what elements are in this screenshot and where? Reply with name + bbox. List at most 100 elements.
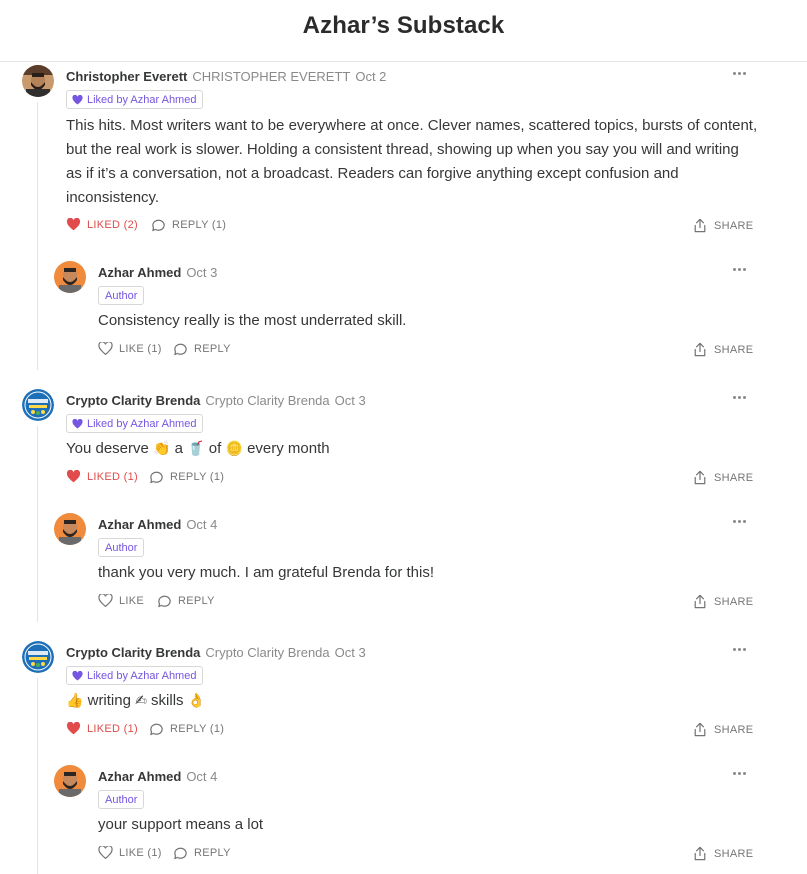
like-button[interactable]: LIKED (1) bbox=[66, 470, 138, 483]
author-handle: Crypto Clarity Brenda bbox=[205, 393, 330, 408]
avatar[interactable] bbox=[22, 641, 54, 673]
like-button[interactable]: LIKE (1) bbox=[98, 846, 162, 859]
avatar[interactable] bbox=[54, 765, 86, 797]
reply-label: REPLY (1) bbox=[170, 723, 225, 735]
like-button[interactable]: LIKE (1) bbox=[98, 342, 162, 355]
author-badge: Author bbox=[98, 538, 145, 557]
share-label: SHARE bbox=[714, 723, 754, 736]
comment-meta: Azhar Ahmed Oct 4 bbox=[98, 517, 217, 532]
publication-title[interactable]: Azhar’s Substack bbox=[0, 12, 807, 40]
author-name[interactable]: Azhar Ahmed bbox=[98, 769, 181, 784]
author-handle: Crypto Clarity Brenda bbox=[205, 645, 330, 660]
share-button[interactable]: SHARE bbox=[693, 470, 753, 485]
author-name[interactable]: Azhar Ahmed bbox=[98, 517, 181, 532]
comment-text: a bbox=[174, 440, 183, 457]
speech-bubble-icon bbox=[174, 847, 187, 860]
comment-text: skills bbox=[151, 692, 184, 709]
author-badge: Author bbox=[98, 790, 145, 809]
reply-label: REPLY bbox=[194, 847, 231, 859]
avatar[interactable] bbox=[54, 261, 86, 293]
comment-body: 👍 writing ✍ skills 👌 bbox=[66, 689, 766, 713]
share-icon bbox=[694, 846, 706, 861]
share-label: SHARE bbox=[714, 471, 754, 484]
liked-by-author-badge: Liked by Azhar Ahmed bbox=[66, 90, 204, 109]
avatar[interactable] bbox=[54, 513, 86, 545]
speech-bubble-icon bbox=[152, 219, 165, 232]
share-icon bbox=[694, 470, 706, 485]
reply-label: REPLY bbox=[178, 595, 215, 607]
comment-date[interactable]: Oct 4 bbox=[186, 517, 217, 532]
like-label: LIKE (1) bbox=[119, 846, 162, 859]
share-label: SHARE bbox=[714, 219, 754, 232]
more-horizontal-icon[interactable] bbox=[729, 513, 749, 527]
thumbs-up-emoji: 👍 bbox=[66, 693, 84, 709]
author-name[interactable]: Crypto Clarity Brenda bbox=[66, 645, 200, 660]
reply-button[interactable]: REPLY bbox=[173, 342, 231, 356]
share-icon bbox=[694, 594, 706, 609]
comment-meta: Christopher Everett CHRISTOPHER EVERETT Oc… bbox=[66, 69, 386, 84]
share-button[interactable]: SHARE bbox=[693, 846, 753, 861]
comment-date[interactable]: Oct 4 bbox=[186, 769, 217, 784]
more-horizontal-icon[interactable] bbox=[729, 65, 749, 79]
small-heart-icon bbox=[72, 670, 83, 681]
more-horizontal-icon[interactable] bbox=[729, 641, 749, 655]
more-horizontal-icon[interactable] bbox=[729, 765, 749, 779]
comment-body: your support means a lot bbox=[98, 816, 264, 833]
comment-body: You deserve 👏 a 🥤 of 🪙 every month bbox=[66, 437, 766, 461]
liked-by-label: Liked by Azhar Ahmed bbox=[87, 93, 197, 106]
comment-date[interactable]: Oct 3 bbox=[186, 265, 217, 280]
reply-button[interactable]: REPLY bbox=[157, 594, 215, 608]
comment-line: This hits. Most writers want to be every… bbox=[66, 117, 758, 134]
avatar[interactable] bbox=[22, 65, 54, 97]
liked-by-label: Liked by Azhar Ahmed bbox=[87, 417, 197, 430]
more-horizontal-icon[interactable] bbox=[729, 261, 749, 275]
share-button[interactable]: SHARE bbox=[693, 594, 753, 609]
ok-hand-emoji: 👌 bbox=[187, 693, 206, 709]
author-badge-label: Author bbox=[105, 793, 138, 806]
more-horizontal-icon[interactable] bbox=[729, 389, 749, 403]
avatar[interactable] bbox=[22, 389, 54, 421]
reply-button[interactable]: REPLY (1) bbox=[151, 218, 226, 232]
like-button[interactable]: LIKE bbox=[98, 594, 144, 607]
comment-date[interactable]: Oct 3 bbox=[335, 393, 366, 408]
author-name[interactable]: Crypto Clarity Brenda bbox=[66, 393, 200, 408]
author-name[interactable]: Azhar Ahmed bbox=[98, 265, 181, 280]
share-label: SHARE bbox=[714, 847, 754, 860]
speech-bubble-icon bbox=[174, 343, 187, 356]
comment-actions: LIKED (1) REPLY (1) bbox=[66, 470, 766, 486]
share-button[interactable]: SHARE bbox=[693, 722, 753, 737]
reply-button[interactable]: REPLY (1) bbox=[149, 470, 224, 484]
reply-button[interactable]: REPLY (1) bbox=[149, 722, 224, 736]
author-badge-label: Author bbox=[105, 289, 138, 302]
reply-comment: Azhar Ahmed Oct 3 Author Consistency real… bbox=[54, 261, 762, 361]
reply-label: REPLY bbox=[194, 343, 231, 355]
comment-date[interactable]: Oct 3 bbox=[335, 645, 366, 660]
speech-bubble-icon bbox=[150, 723, 163, 736]
speech-bubble-icon bbox=[158, 595, 171, 608]
heart-icon bbox=[66, 470, 81, 483]
author-name[interactable]: Christopher Everett bbox=[66, 69, 187, 84]
like-label: LIKE bbox=[119, 594, 145, 607]
author-badge-label: Author bbox=[105, 541, 138, 554]
coin-emoji: 🪙 bbox=[225, 441, 243, 457]
like-label: LIKE (1) bbox=[119, 342, 162, 355]
comment-meta: Crypto Clarity Brenda Crypto Clarity Bren… bbox=[66, 393, 366, 408]
liked-by-label: Liked by Azhar Ahmed bbox=[87, 669, 197, 682]
heart-icon bbox=[98, 342, 113, 355]
speech-bubble-icon bbox=[150, 471, 163, 484]
heart-icon bbox=[98, 594, 113, 607]
small-heart-icon bbox=[72, 418, 83, 429]
comment-actions: LIKE REPLY bbox=[98, 594, 738, 610]
comment-meta: Crypto Clarity Brenda Crypto Clarity Bren… bbox=[66, 645, 366, 660]
share-button[interactable]: SHARE bbox=[693, 218, 753, 233]
like-label: LIKED (2) bbox=[87, 218, 138, 231]
share-icon bbox=[694, 342, 706, 357]
comment-meta: Azhar Ahmed Oct 4 bbox=[98, 769, 217, 784]
like-button[interactable]: LIKED (2) bbox=[66, 218, 138, 231]
reply-button[interactable]: REPLY bbox=[173, 846, 231, 860]
share-button[interactable]: SHARE bbox=[693, 342, 753, 357]
comment-date[interactable]: Oct 2 bbox=[355, 69, 386, 84]
heart-icon bbox=[66, 218, 81, 231]
comment-body: This hits. Most writers want to be every… bbox=[66, 114, 766, 210]
like-button[interactable]: LIKED (1) bbox=[66, 722, 138, 735]
